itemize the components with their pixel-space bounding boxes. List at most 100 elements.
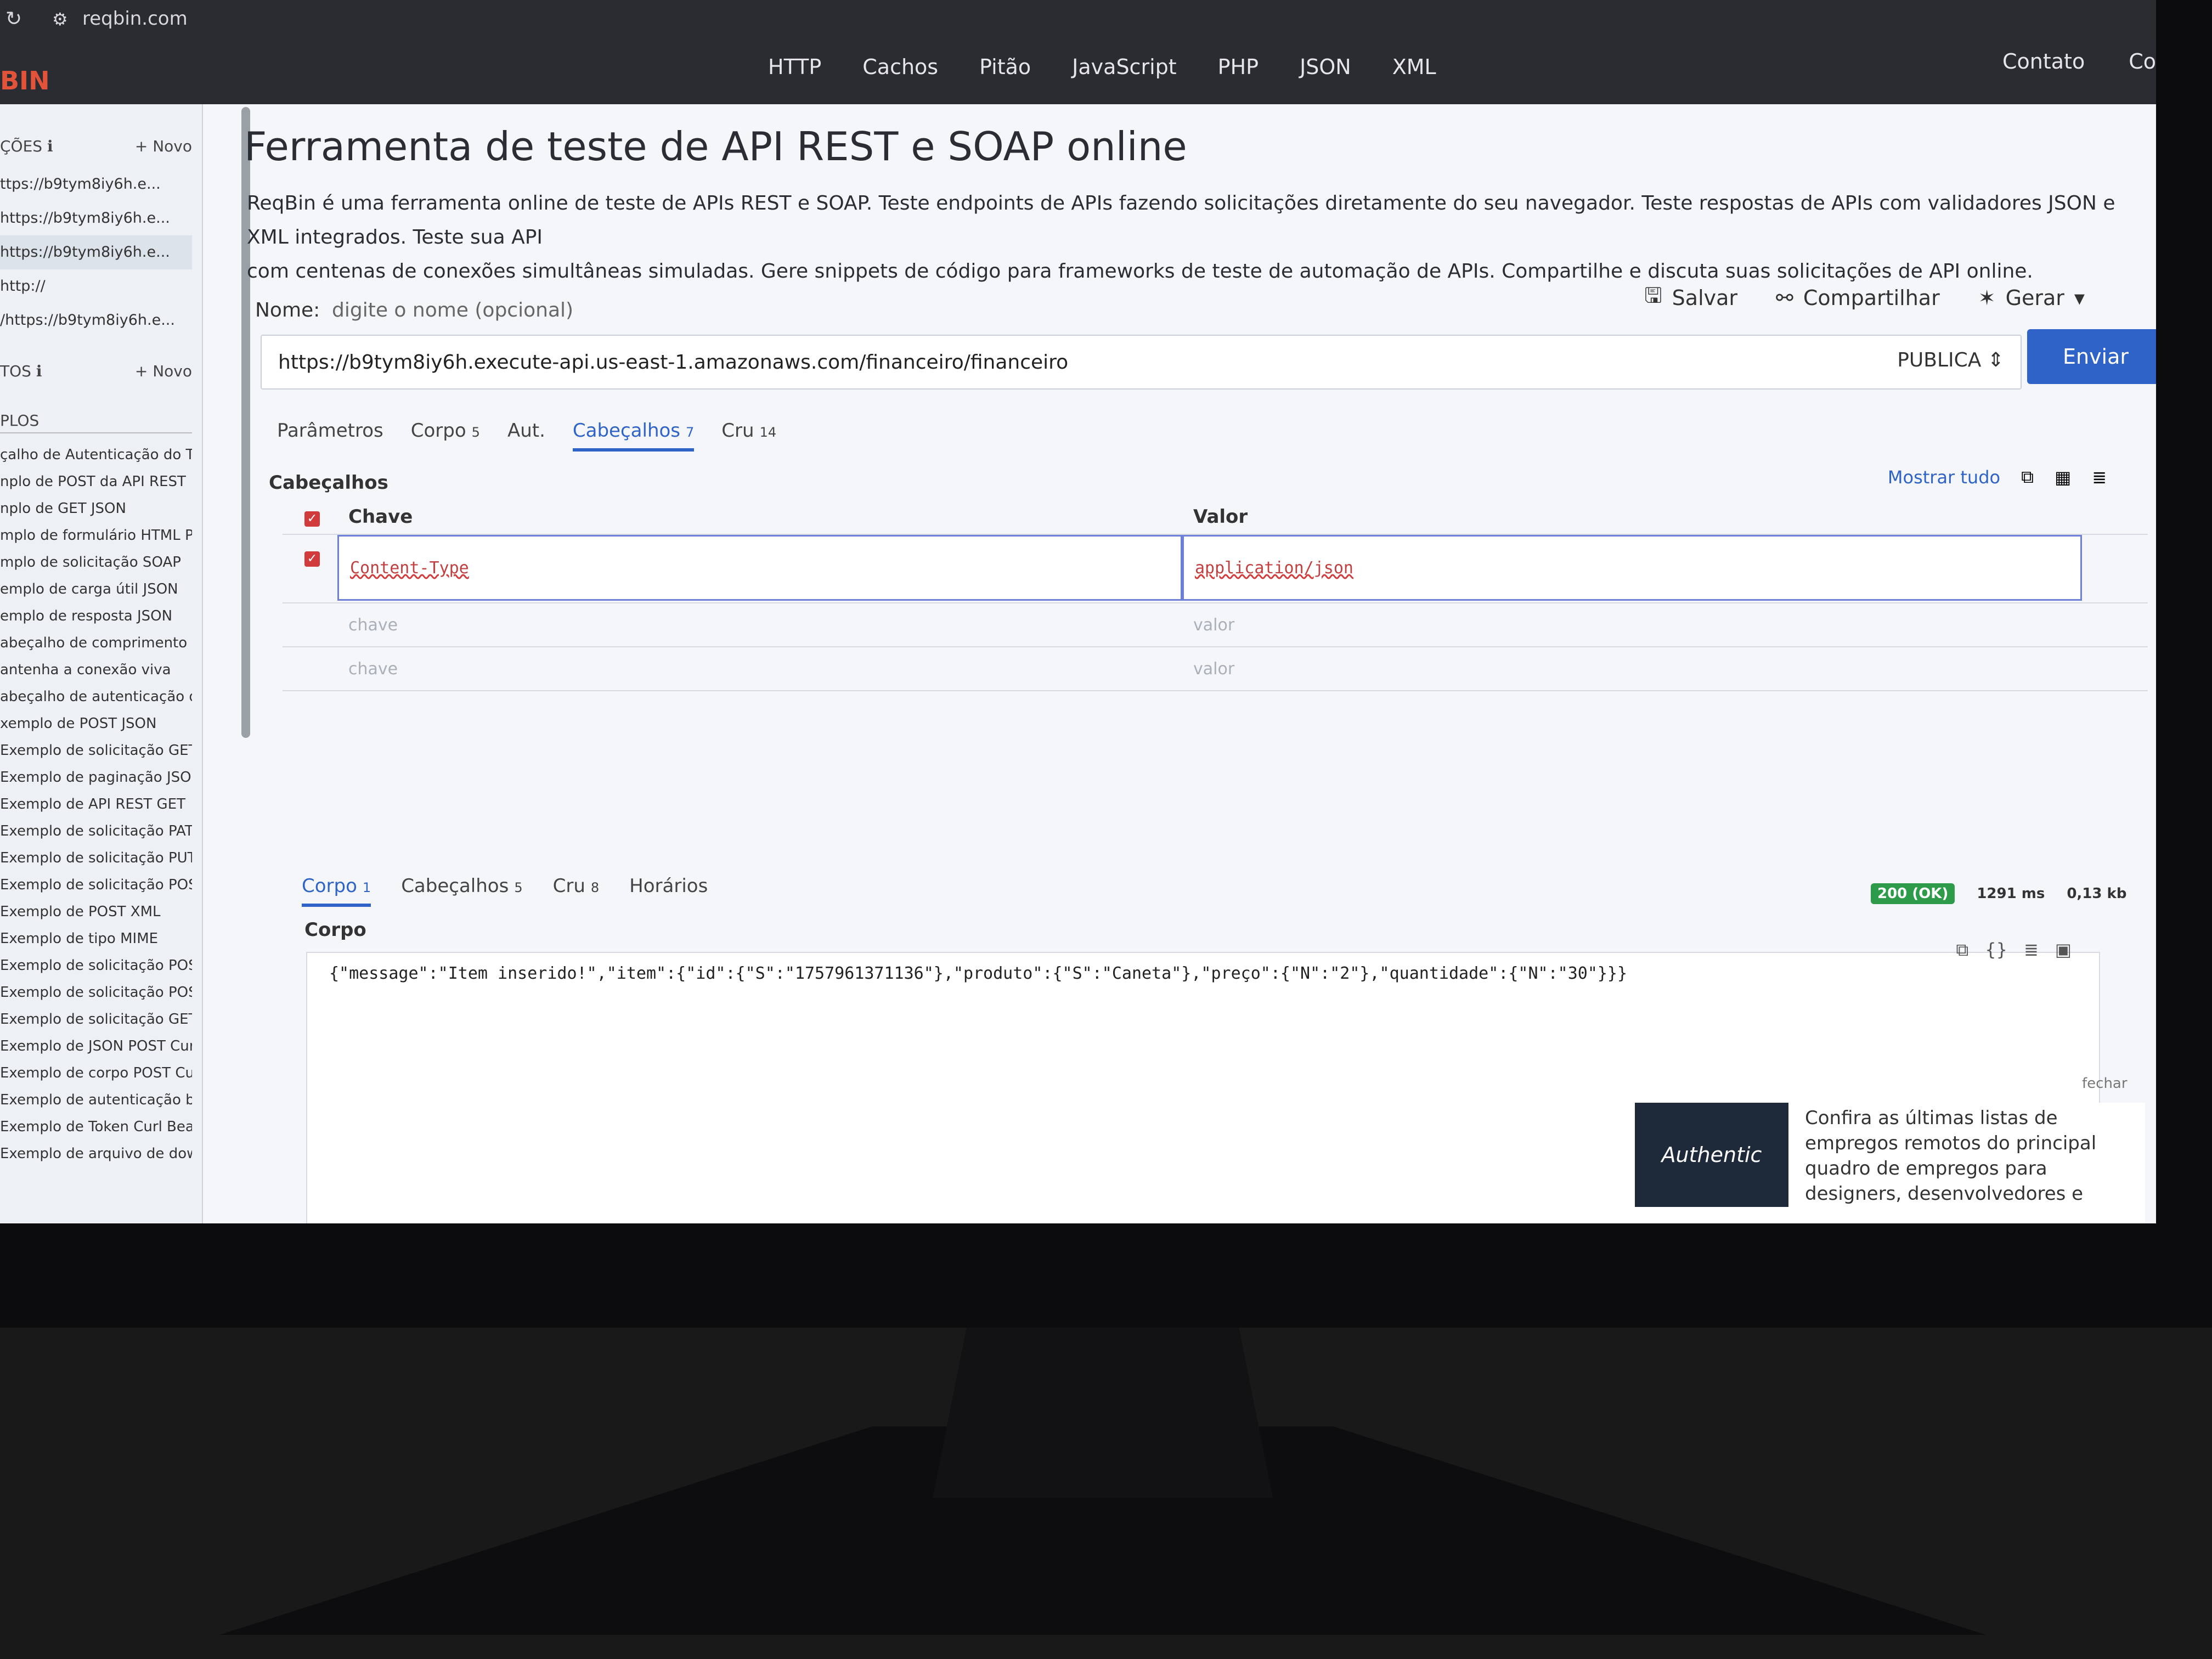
examples-header: PLOS: [0, 411, 192, 433]
grid-view-icon[interactable]: ▦: [2055, 467, 2071, 488]
header-key-input[interactable]: chave: [337, 647, 1182, 690]
url-bar: https://b9tym8iy6h.execute-api.us-east-1…: [261, 335, 2022, 390]
screen: ↻ ⚙ reqbin.com BIN HTTP Cachos Pitão Jav…: [0, 0, 2156, 1223]
share-button[interactable]: ⚯ Compartilhar: [1776, 280, 1940, 315]
example-item[interactable]: Exemplo de solicitação POST Curl: [0, 979, 192, 1006]
example-item[interactable]: Exemplo de JSON POST Curl: [0, 1033, 192, 1060]
example-item[interactable]: Exemplo de solicitação POST da AP: [0, 952, 192, 979]
example-item[interactable]: Exemplo de corpo POST Curl: [0, 1060, 192, 1087]
tab-label: Horários: [629, 875, 708, 897]
example-item[interactable]: Exemplo de paginação JSON: [0, 764, 192, 791]
method-select[interactable]: PUBLICA ⇕: [1897, 349, 2004, 371]
history-item[interactable]: https://b9tym8iy6h.e...: [0, 201, 192, 235]
header-key-input[interactable]: Content-Type: [337, 535, 1182, 601]
saved-title: TOS ℹ: [0, 362, 42, 380]
copy-icon[interactable]: ⧉: [2021, 466, 2034, 488]
row-checkbox[interactable]: ✓: [304, 551, 320, 567]
header-value-input[interactable]: valor: [1182, 603, 2082, 646]
example-item[interactable]: Exemplo de solicitação PATCH: [0, 818, 192, 845]
tab-response-headers[interactable]: Cabeçalhos 5: [401, 875, 522, 907]
image-icon[interactable]: ▣: [2055, 939, 2072, 961]
magic-wand-icon: ✶: [1978, 285, 1996, 310]
response-json: {"message":"Item inserido!","item":{"id"…: [329, 964, 1628, 983]
ad-text[interactable]: Confira as últimas listas de empregos re…: [1805, 1105, 2112, 1206]
history-item[interactable]: http://: [0, 269, 192, 303]
tab-response-body[interactable]: Corpo 1: [302, 875, 371, 907]
example-item[interactable]: mplo de solicitação SOAP: [0, 549, 192, 576]
ad-image[interactable]: Authentic: [1635, 1103, 1788, 1207]
tab-body[interactable]: Corpo 5: [411, 420, 480, 452]
header-value-input[interactable]: valor: [1182, 647, 2082, 690]
url-input[interactable]: https://b9tym8iy6h.execute-api.us-east-1…: [278, 351, 1068, 374]
close-ad-link[interactable]: fechar: [2082, 1075, 2128, 1092]
select-all-checkbox[interactable]: ✓: [304, 511, 320, 527]
tab-count: 1: [362, 880, 371, 895]
tab-response-timings[interactable]: Horários: [629, 875, 708, 907]
save-button[interactable]: 🖫 Salvar: [1644, 280, 1737, 315]
example-item[interactable]: Exemplo de solicitação POST: [0, 872, 192, 899]
example-item[interactable]: Exemplo de solicitação PUT: [0, 845, 192, 872]
history-item[interactable]: ttps://b9tym8iy6h.e...: [0, 167, 192, 201]
example-item[interactable]: abeçalho de comprimento de con: [0, 630, 192, 657]
history-item[interactable]: /https://b9tym8iy6h.e...: [0, 303, 192, 337]
example-item[interactable]: mplo de formulário HTML POST: [0, 522, 192, 549]
nav-link-xml[interactable]: XML: [1392, 55, 1436, 79]
copy-icon[interactable]: ⧉: [1956, 939, 1968, 961]
address-bar[interactable]: reqbin.com: [82, 8, 188, 30]
example-item[interactable]: Exemplo de Token Curl Bearer: [0, 1114, 192, 1141]
logo[interactable]: BIN: [0, 66, 50, 95]
format-json-icon[interactable]: {}: [1985, 939, 2007, 961]
example-item[interactable]: Exemplo de POST XML: [0, 899, 192, 926]
generate-button[interactable]: ✶ Gerar ▾: [1978, 280, 2085, 315]
nav-link-json[interactable]: JSON: [1300, 55, 1351, 79]
nav-link-contact[interactable]: Contato: [2002, 49, 2085, 74]
list-view-icon[interactable]: ≣: [2092, 467, 2107, 488]
sidebar: ÇÕES ℹ + Novo ttps://b9tym8iy6h.e... htt…: [0, 104, 203, 1223]
example-item[interactable]: nplo de GET JSON: [0, 495, 192, 522]
reload-icon[interactable]: ↻: [5, 8, 22, 30]
example-item[interactable]: emplo de carga útil JSON: [0, 576, 192, 603]
example-item[interactable]: Exemplo de API REST GET: [0, 791, 192, 818]
nav-link-python[interactable]: Pitão: [979, 55, 1031, 79]
history-item[interactable]: https://b9tym8iy6h.e...: [0, 235, 192, 269]
example-item[interactable]: xemplo de POST JSON: [0, 710, 192, 737]
tab-response-raw[interactable]: Cru 8: [553, 875, 600, 907]
nav-link-more[interactable]: Co: [2129, 49, 2156, 74]
example-item[interactable]: abeçalho de autenticação do toke: [0, 684, 192, 710]
tab-raw[interactable]: Cru 14: [721, 420, 776, 452]
nav-link-javascript[interactable]: JavaScript: [1072, 55, 1176, 79]
example-item[interactable]: antenha a conexão viva: [0, 657, 192, 684]
site-settings-icon[interactable]: ⚙: [52, 9, 68, 30]
tab-auth[interactable]: Aut.: [507, 420, 545, 452]
header-key-input[interactable]: chave: [337, 603, 1182, 646]
nav-link-curl[interactable]: Cachos: [862, 55, 938, 79]
collections-header: ÇÕES ℹ + Novo: [0, 137, 192, 159]
example-item[interactable]: Exemplo de arquivo de download d: [0, 1141, 192, 1167]
example-item[interactable]: emplo de resposta JSON: [0, 603, 192, 630]
name-input[interactable]: digite o nome (opcional): [332, 299, 573, 321]
request-tabs: Parâmetros Corpo 5 Aut. Cabeçalhos 7 Cru 14: [277, 420, 776, 452]
name-label: Nome:: [255, 299, 320, 321]
ad-banner[interactable]: Authentic Confira as últimas listas de e…: [1635, 1103, 2145, 1223]
example-item[interactable]: Exemplo de solicitação GET Curl: [0, 1006, 192, 1033]
tab-headers[interactable]: Cabeçalhos 7: [572, 420, 695, 452]
example-item[interactable]: nplo de POST da API REST: [0, 469, 192, 495]
example-item[interactable]: çalho de Autenticação do Toke: [0, 442, 192, 469]
tab-params[interactable]: Parâmetros: [277, 420, 383, 452]
nav-link-http[interactable]: HTTP: [768, 55, 821, 79]
example-item[interactable]: Exemplo de tipo MIME: [0, 926, 192, 952]
new-collection-button[interactable]: + Novo: [135, 137, 192, 159]
nav-link-php[interactable]: PHP: [1218, 55, 1259, 79]
header-value-input[interactable]: application/json: [1182, 535, 2082, 601]
new-saved-button[interactable]: + Novo: [135, 362, 192, 384]
saved-header: TOS ℹ + Novo: [0, 362, 192, 384]
wrap-lines-icon[interactable]: ≣: [2024, 939, 2039, 961]
example-item[interactable]: Exemplo de solicitação GET: [0, 737, 192, 764]
example-item[interactable]: Exemplo de autenticação básica Cu: [0, 1087, 192, 1114]
table-header-row: ✓ Chave Valor: [283, 499, 2148, 535]
send-button[interactable]: Enviar: [2027, 329, 2156, 384]
show-all-link[interactable]: Mostrar tudo: [1888, 467, 2000, 488]
view-tools: Mostrar tudo ⧉ ▦ ≣: [1888, 466, 2107, 488]
top-nav: BIN HTTP Cachos Pitão JavaScript PHP JSO…: [0, 38, 2156, 104]
chevron-down-icon: ▾: [2074, 285, 2085, 310]
